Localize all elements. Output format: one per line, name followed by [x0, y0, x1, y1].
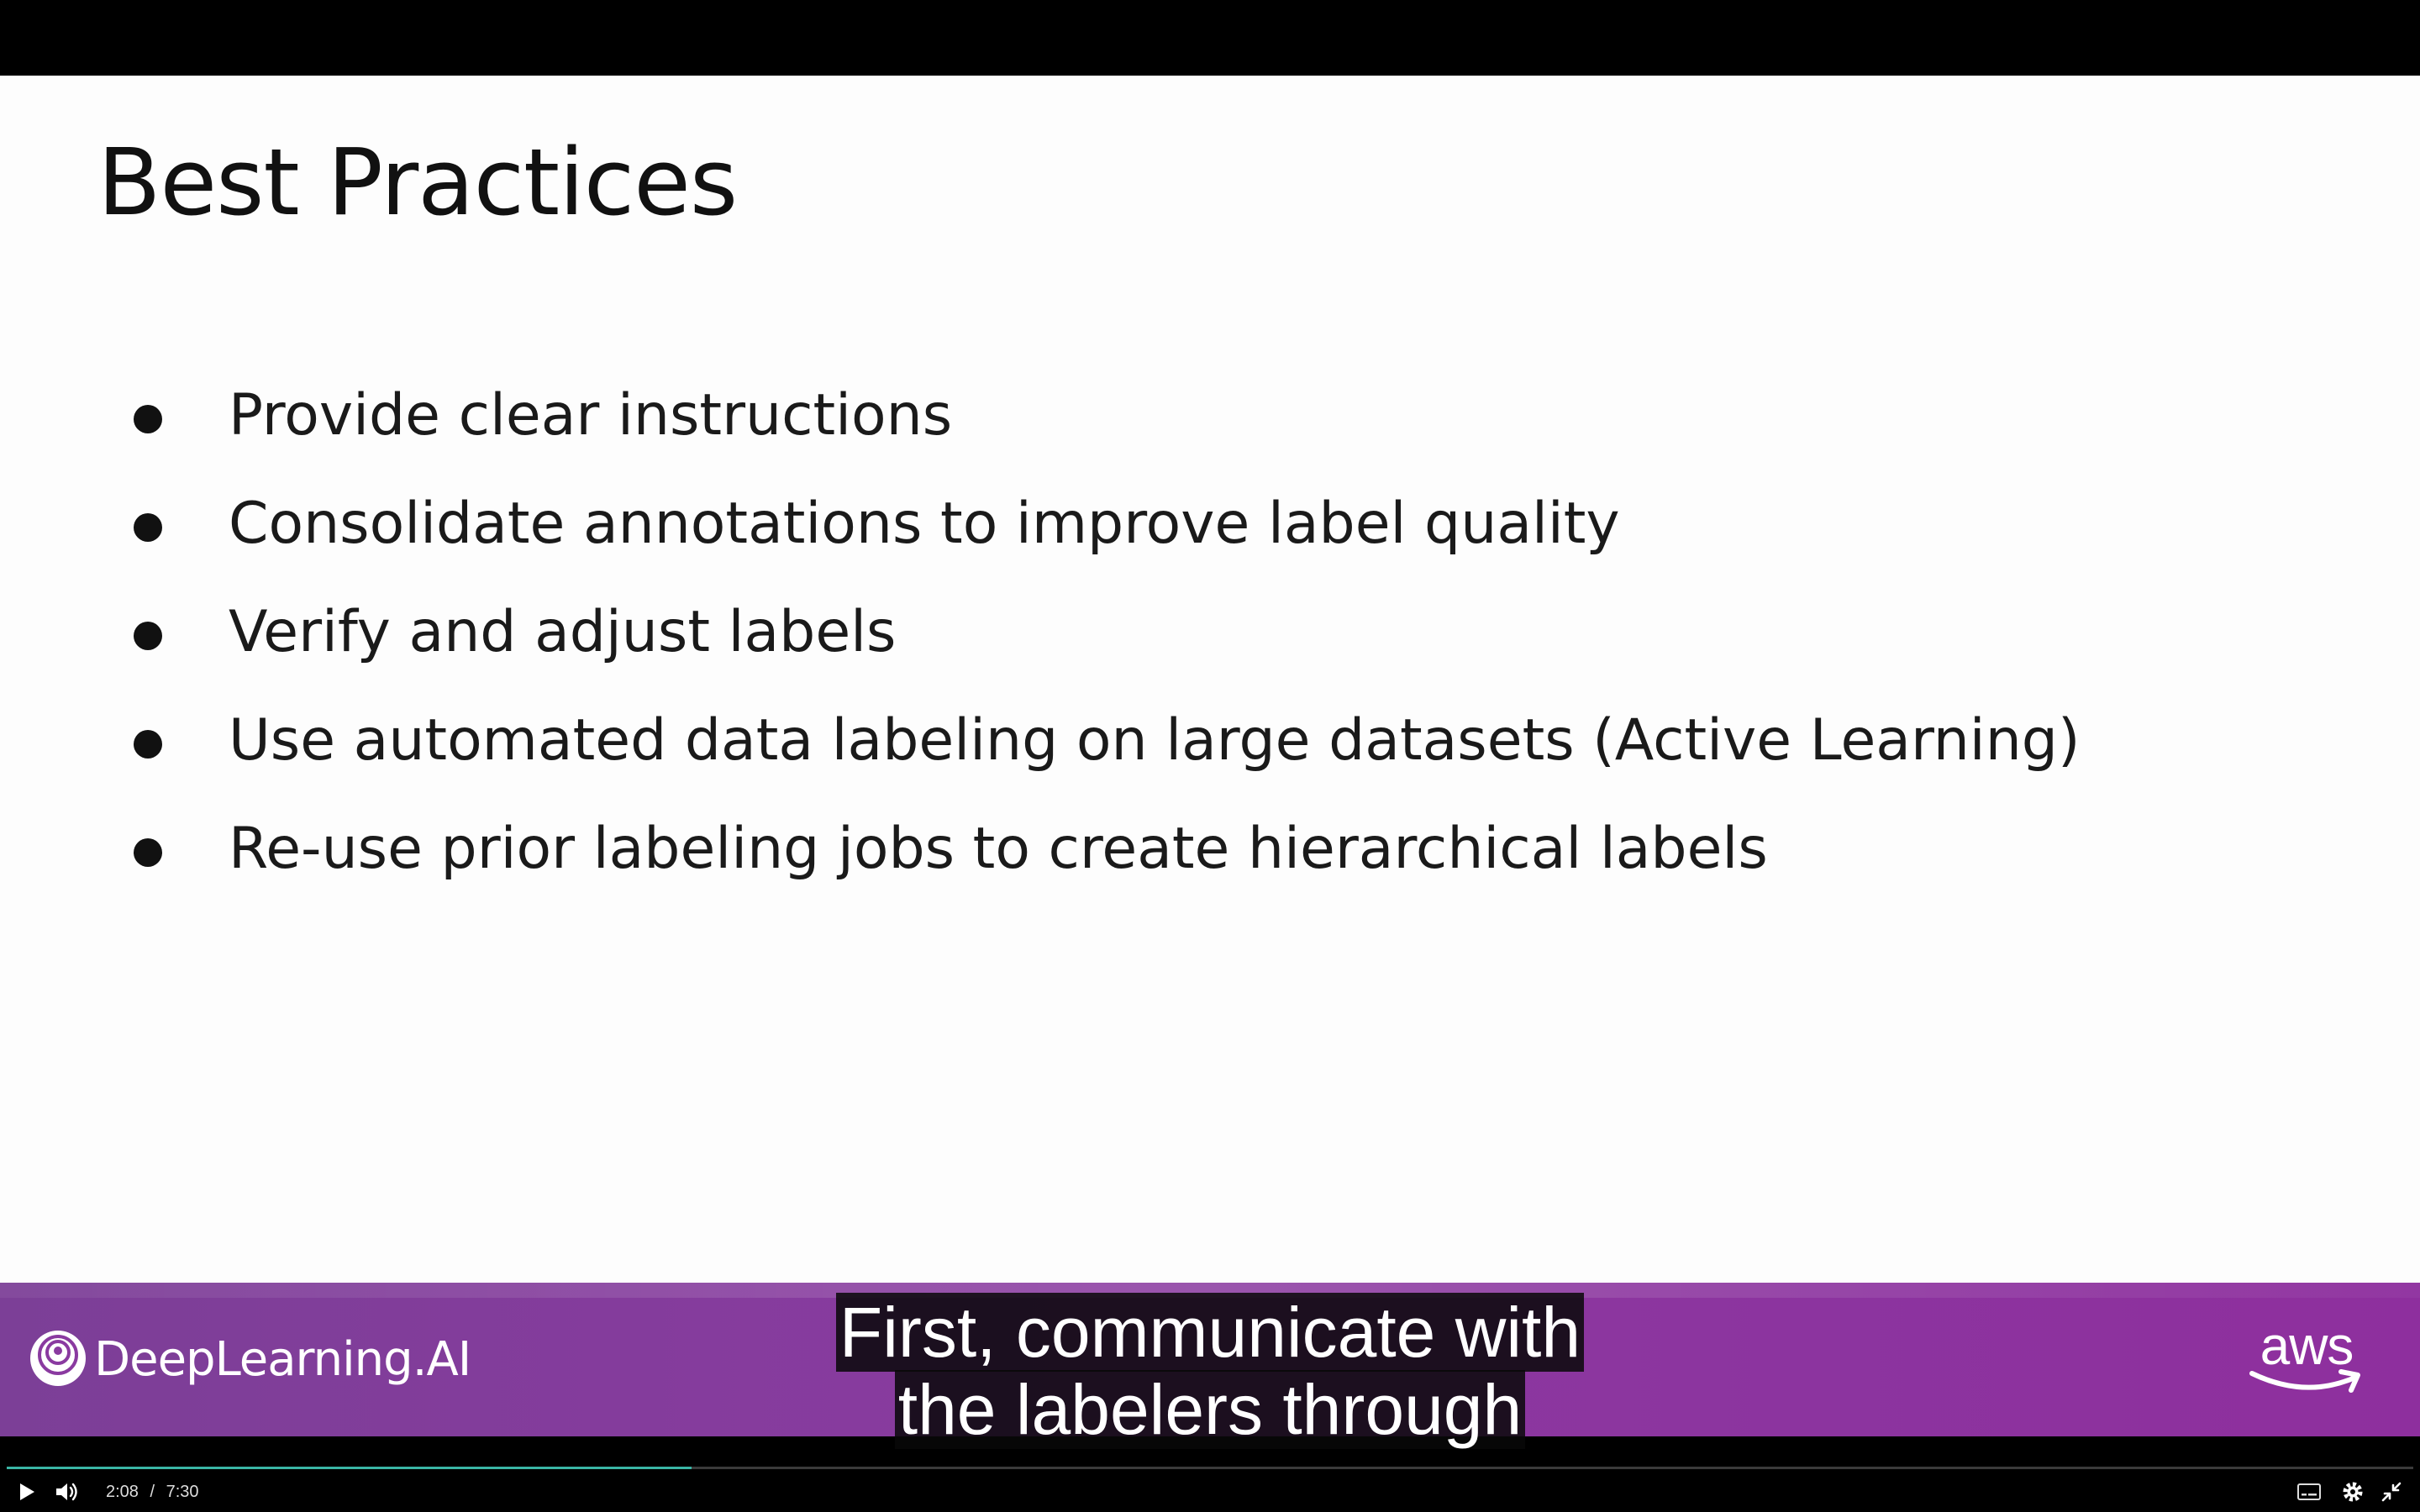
bullet-item: Re-use prior labeling jobs to create hie…	[0, 807, 2185, 891]
bullet-list: Provide clear instructions Consolidate a…	[0, 76, 2420, 1283]
progress-fill	[7, 1467, 692, 1469]
exit-fullscreen-button[interactable]	[2375, 1475, 2408, 1509]
progress-bar[interactable]	[7, 1467, 2413, 1469]
exit-fullscreen-icon	[2381, 1482, 2402, 1502]
letterbox-top	[0, 0, 2420, 76]
volume-icon	[56, 1483, 77, 1501]
bullet-text: Use automated data labeling on large dat…	[229, 707, 2081, 774]
caption-line: First, communicate with	[0, 1293, 2420, 1372]
bullet-text: Provide clear instructions	[229, 382, 953, 449]
bullet-text: Consolidate annotations to improve label…	[229, 491, 1620, 557]
bullet-item: Provide clear instructions	[0, 374, 2185, 458]
bullet-text: Re-use prior labeling jobs to create hie…	[229, 816, 1768, 882]
time-display: 2:08 / 7:30	[106, 1478, 199, 1505]
time-separator: /	[150, 1483, 155, 1501]
bullet-item: Consolidate annotations to improve label…	[0, 482, 2185, 566]
bullet-item: Use automated data labeling on large dat…	[0, 699, 2185, 783]
volume-button[interactable]	[50, 1475, 84, 1509]
bullet-item: Verify and adjust labels	[0, 591, 2185, 675]
settings-icon	[2343, 1482, 2363, 1502]
bullet-dot	[134, 730, 162, 759]
current-time: 2:08	[106, 1483, 139, 1501]
play-button[interactable]	[12, 1475, 42, 1509]
bullet-dot	[134, 622, 162, 650]
bullet-text: Verify and adjust labels	[229, 599, 897, 665]
play-icon	[20, 1483, 34, 1500]
captions-button[interactable]	[2292, 1475, 2326, 1509]
settings-button[interactable]	[2336, 1475, 2370, 1509]
duration: 7:30	[166, 1483, 199, 1501]
slide: Best Practices Provide clear instruction…	[0, 76, 2420, 1283]
subtitles: First, communicate with the labelers thr…	[0, 1293, 2420, 1449]
bullet-dot	[134, 405, 162, 433]
bullet-dot	[134, 838, 162, 867]
bullet-dot	[134, 513, 162, 542]
captions-icon	[2297, 1483, 2321, 1500]
caption-line: the labelers through	[0, 1370, 2420, 1449]
